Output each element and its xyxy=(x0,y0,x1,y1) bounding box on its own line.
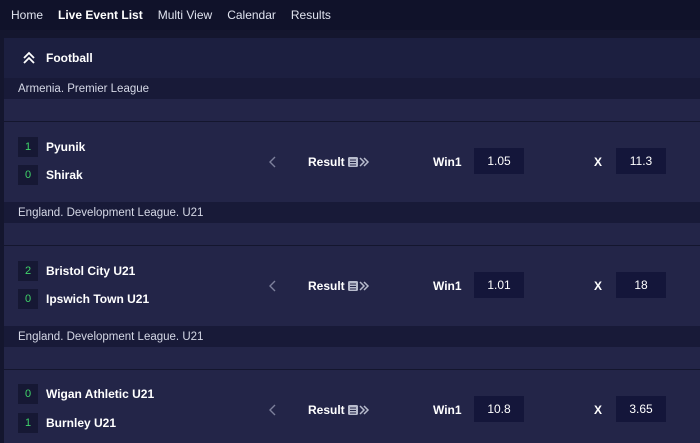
team-score: 0 xyxy=(18,289,38,309)
win1-odd-button[interactable]: 10.8 xyxy=(474,396,524,422)
league-name: England. Development League. U21 xyxy=(18,206,204,219)
nav-calendar[interactable]: Calendar xyxy=(227,8,276,22)
spacer-row xyxy=(4,223,700,245)
league-header: Armenia. Premier League xyxy=(4,78,700,99)
team-name[interactable]: Shirak xyxy=(46,168,83,182)
team-name[interactable]: Pyunik xyxy=(46,140,85,154)
draw-label: X xyxy=(594,279,603,293)
team-score: 2 xyxy=(18,261,38,281)
league-name: Armenia. Premier League xyxy=(18,82,150,95)
team-score: 1 xyxy=(18,137,38,157)
nav-results[interactable]: Results xyxy=(291,8,331,22)
win1-label: Win1 xyxy=(433,403,462,417)
top-navigation: Home Live Event List Multi View Calendar… xyxy=(0,0,700,30)
chevron-left-icon[interactable] xyxy=(268,404,278,416)
team-row: 0 Wigan Athletic U21 xyxy=(18,384,154,404)
team-row: 1 Pyunik xyxy=(18,137,85,157)
double-chevron-up-icon[interactable] xyxy=(22,51,36,65)
chevron-left-icon[interactable] xyxy=(268,280,278,292)
team-name[interactable]: Wigan Athletic U21 xyxy=(46,387,154,401)
draw-label: X xyxy=(594,155,603,169)
draw-odd-button[interactable]: 3.65 xyxy=(616,396,666,422)
team-row: 0 Shirak xyxy=(18,165,83,185)
win1-label: Win1 xyxy=(433,155,462,169)
spacer-row xyxy=(4,99,700,121)
event-row: 2 Bristol City U21 0 Ipswich Town U21 Re… xyxy=(4,246,700,326)
win1-odd-button[interactable]: 1.01 xyxy=(474,272,524,298)
team-name[interactable]: Ipswich Town U21 xyxy=(46,292,149,306)
nav-live-event-list[interactable]: Live Event List xyxy=(58,8,143,22)
team-name[interactable]: Burnley U21 xyxy=(46,416,116,430)
team-score: 0 xyxy=(18,165,38,185)
team-name[interactable]: Bristol City U21 xyxy=(46,264,135,278)
sport-title: Football xyxy=(46,51,93,65)
team-score: 1 xyxy=(18,413,38,433)
draw-odd-button[interactable]: 18 xyxy=(616,272,666,298)
team-row: 0 Ipswich Town U21 xyxy=(18,289,149,309)
event-row: 0 Wigan Athletic U21 1 Burnley U21 Resul… xyxy=(4,370,700,443)
league-header: England. Development League. U21 xyxy=(4,326,700,347)
league-name: England. Development League. U21 xyxy=(18,330,204,343)
market-label: Result xyxy=(308,155,345,169)
sport-header[interactable]: Football xyxy=(4,38,700,78)
event-row: 1 Pyunik 0 Shirak Result Win1 1.05 X 11.… xyxy=(4,122,700,202)
win1-label: Win1 xyxy=(433,279,462,293)
draw-odd-button[interactable]: 11.3 xyxy=(616,148,666,174)
market-label: Result xyxy=(308,403,345,417)
league-header: England. Development League. U21 xyxy=(4,202,700,223)
draw-label: X xyxy=(594,403,603,417)
market-label: Result xyxy=(308,279,345,293)
nav-home[interactable]: Home xyxy=(11,8,43,22)
markets-arrow-icon[interactable] xyxy=(348,280,370,292)
markets-arrow-icon[interactable] xyxy=(348,404,370,416)
win1-odd-button[interactable]: 1.05 xyxy=(474,148,524,174)
team-row: 2 Bristol City U21 xyxy=(18,261,135,281)
team-score: 0 xyxy=(18,384,38,404)
spacer-row xyxy=(4,347,700,369)
team-row: 1 Burnley U21 xyxy=(18,413,116,433)
chevron-left-icon[interactable] xyxy=(268,156,278,168)
markets-arrow-icon[interactable] xyxy=(348,156,370,168)
nav-multi-view[interactable]: Multi View xyxy=(158,8,212,22)
